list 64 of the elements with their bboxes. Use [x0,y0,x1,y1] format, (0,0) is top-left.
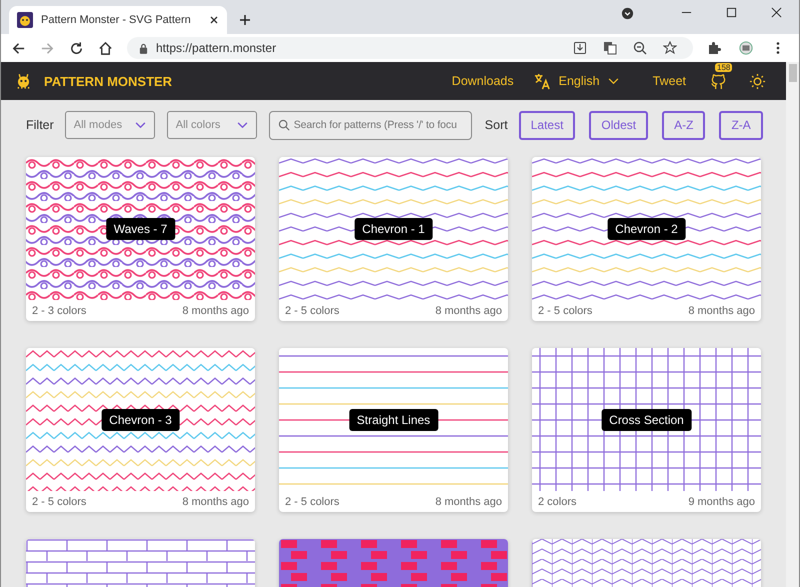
chevron-down-icon [236,122,248,128]
address-bar[interactable]: https://pattern.monster [127,37,693,59]
pattern-title: Chevron - 3 [101,408,180,430]
tab-search-icon[interactable] [621,6,634,20]
pattern-title: Waves - 7 [106,218,176,240]
nav-link[interactable]: Tweet [652,74,686,88]
scrollbar[interactable] [786,62,799,587]
filter-label: Filter [26,118,54,132]
translate-icon[interactable] [603,41,617,55]
github-icon[interactable] [710,72,727,90]
new-tab-icon[interactable] [239,14,251,26]
pattern-card[interactable]: Chevron - 2 2 - 5 colors 8 months ago [532,157,761,321]
sun-icon[interactable] [749,72,766,90]
sort-label: Sort [484,118,508,132]
star-icon[interactable] [663,41,677,55]
brand-name[interactable]: PATTERN MONSTER [44,74,172,88]
pattern-title: Chevron - 2 [607,218,686,240]
translate-icon [534,72,551,90]
pattern-age: 8 months ago [182,304,249,316]
pattern-card[interactable]: Straight Lines 2 - 5 colors 8 months ago [279,348,508,512]
color-count: 2 - 5 colors [538,304,592,316]
pattern-age: 8 months ago [435,304,502,316]
pattern-card[interactable]: Cross Section 2 colors 9 months ago [532,348,761,512]
search-field[interactable]: Search for patterns (Press '/' to focu [268,110,472,140]
chevron-down-icon [134,122,146,128]
close-icon[interactable] [771,6,782,18]
puzzle-icon[interactable] [707,41,721,55]
monster-icon [17,12,33,28]
color-count: 2 - 5 colors [32,496,86,508]
maximize-icon[interactable] [726,6,737,18]
nav-link[interactable]: Downloads [452,74,514,88]
reload-icon[interactable] [69,40,84,56]
lock-icon [139,42,148,54]
home-icon[interactable] [98,40,113,56]
zoom-out-icon[interactable] [633,41,647,55]
install-icon[interactable] [573,41,587,55]
sort-button[interactable]: Latest [518,110,576,140]
pattern-title: Cross Section [601,408,692,430]
color-count: 2 - 5 colors [285,304,340,316]
pattern-card[interactable]: Waves - 7 2 - 3 colors 8 months ago [26,157,255,321]
sort-button[interactable]: Z-A [719,110,763,140]
color-count: 2 - 3 colors [32,304,86,316]
pattern-title: Chevron - 1 [354,218,433,240]
chevron-down-icon[interactable] [608,78,619,84]
tab-title: Pattern Monster - SVG Pattern [41,14,192,26]
pattern-card[interactable]: Chevron - 1 2 - 5 colors 8 months ago [279,157,508,321]
pattern-age: 9 months ago [688,496,755,508]
monster-icon[interactable] [15,72,32,90]
pattern-age: 8 months ago [182,496,249,508]
pattern-card[interactable]: Chevron - 3 2 - 5 colors 8 months ago [26,348,255,512]
browser-tab[interactable]: Pattern Monster - SVG Pattern [9,6,227,34]
profile-icon[interactable] [739,41,753,55]
url-text: https://pattern.monster [156,41,276,55]
pattern-title: Straight Lines [348,408,438,430]
sort-button[interactable]: A-Z [662,110,706,140]
star-count-badge: 158 [715,62,732,72]
color-count: 2 colors [538,496,577,508]
color-count: 2 - 5 colors [285,496,340,508]
pattern-age: 8 months ago [435,496,502,508]
close-icon[interactable] [209,15,219,25]
language-selector[interactable]: English [558,74,600,88]
pattern-age: 8 months ago [688,304,755,316]
sort-button[interactable]: Oldest [589,110,648,140]
back-icon[interactable] [11,40,26,56]
